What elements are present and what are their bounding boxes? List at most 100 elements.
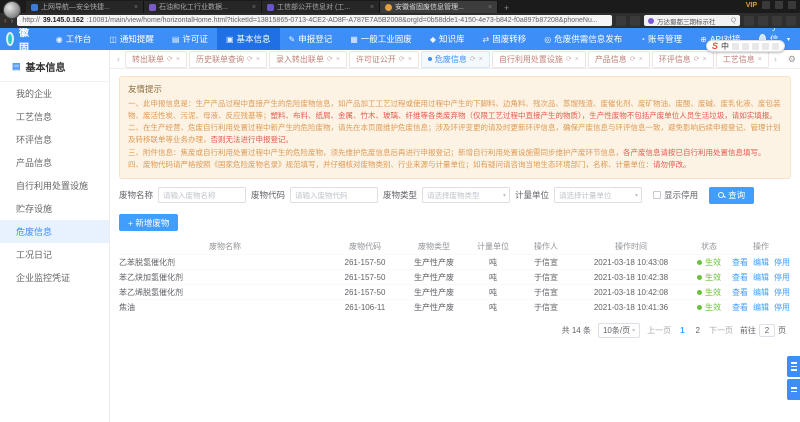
edit-link[interactable]: 编辑 <box>753 257 769 268</box>
waste-type-select[interactable]: ▾ <box>422 187 510 203</box>
disable-link[interactable]: 停用 <box>774 302 790 313</box>
maximize-button[interactable] <box>775 1 783 9</box>
goto-page-input[interactable] <box>759 324 775 337</box>
waste-name-input[interactable] <box>158 187 246 203</box>
sidebar-item-storage[interactable]: 贮存设施 <box>0 197 109 220</box>
page-tab-manifest-history[interactable]: 历史联单查询⟳× <box>189 51 267 68</box>
nav-item-basic-info[interactable]: ▣基本信息 <box>217 28 280 50</box>
waste-type-select-input[interactable] <box>422 187 510 203</box>
page-tab-product-info[interactable]: 产品信息⟳× <box>588 51 650 68</box>
refresh-tab-icon[interactable]: ⟳ <box>399 55 405 63</box>
sidebar-item-process-info[interactable]: 工艺信息 <box>0 105 109 128</box>
vip-badge[interactable]: VIP <box>746 2 757 9</box>
refresh-tab-icon[interactable]: ⟳ <box>167 55 173 63</box>
extensions-icon[interactable] <box>772 16 782 26</box>
page-number-1[interactable]: 1 <box>678 326 686 335</box>
add-waste-button[interactable]: + 新增废物 <box>119 214 178 231</box>
page-tab-eia-info[interactable]: 环评信息⟳× <box>652 51 714 68</box>
nav-item-account[interactable]: ◔账号管理 <box>631 28 691 50</box>
sidebar-item-self-disposal[interactable]: 自行利用处置设施 <box>0 174 109 197</box>
close-tab-icon[interactable]: × <box>408 56 412 63</box>
view-link[interactable]: 查看 <box>732 257 748 268</box>
prev-page-button[interactable]: 上一页 <box>647 325 671 336</box>
minimize-button[interactable] <box>762 1 770 9</box>
nav-item-supply-demand[interactable]: ◎危废供需信息发布 <box>535 28 631 50</box>
toolbar-icon[interactable] <box>752 43 759 50</box>
refresh-tab-icon[interactable]: ⟳ <box>566 55 572 63</box>
disable-link[interactable]: 停用 <box>774 272 790 283</box>
page-tab-hazwaste-info-active[interactable]: 危废信息⟳× <box>421 51 490 68</box>
page-tab-process-info[interactable]: 工艺信息× <box>716 51 769 68</box>
page-size-select[interactable]: 10条/页 ▾ <box>598 323 640 338</box>
address-input[interactable]: http://39.145.0.162:10081/main/view/home… <box>17 15 612 26</box>
disable-link[interactable]: 停用 <box>774 257 790 268</box>
nav-item-waste-transfer[interactable]: ⇄固废转移 <box>473 28 535 50</box>
refresh-tab-icon[interactable]: ⟳ <box>630 55 636 63</box>
close-tab-icon[interactable]: × <box>134 4 138 11</box>
page-number-2[interactable]: 2 <box>694 326 702 335</box>
close-window-button[interactable] <box>788 1 796 9</box>
browser-tab-1[interactable]: 上网导航—安全快捷... × <box>26 1 144 13</box>
close-tab-icon[interactable]: × <box>575 56 579 63</box>
close-tab-icon[interactable]: × <box>176 56 180 63</box>
refresh-tab-icon[interactable]: ⟳ <box>694 55 700 63</box>
favorites-icon[interactable] <box>758 16 768 26</box>
sidebar-item-my-enterprise[interactable]: 我的企业 <box>0 82 109 105</box>
nav-item-workbench[interactable]: ◉工作台 <box>47 28 101 50</box>
refresh-tab-icon[interactable]: ⟳ <box>470 55 476 63</box>
close-tab-icon[interactable]: × <box>488 4 492 11</box>
disable-link[interactable]: 停用 <box>774 287 790 298</box>
close-tab-icon[interactable]: × <box>252 4 256 11</box>
refresh-icon[interactable] <box>630 16 640 26</box>
close-tab-icon[interactable]: × <box>370 4 374 11</box>
feedback-widget-button[interactable] <box>787 356 800 377</box>
close-tab-icon[interactable]: × <box>256 56 260 63</box>
downloads-icon[interactable] <box>744 16 754 26</box>
checkbox-icon[interactable] <box>653 191 661 199</box>
unit-select-input[interactable] <box>554 187 642 203</box>
search-icon[interactable]: Q <box>731 17 736 24</box>
next-page-button[interactable]: 下一页 <box>709 325 733 336</box>
nav-item-declaration[interactable]: ✎申报登记 <box>280 28 342 50</box>
back-button-icon[interactable]: ‹ <box>4 17 7 25</box>
sidebar-item-product-info[interactable]: 产品信息 <box>0 151 109 174</box>
view-link[interactable]: 查看 <box>732 302 748 313</box>
edit-link[interactable]: 编辑 <box>753 302 769 313</box>
toolbar-icon[interactable] <box>772 43 779 50</box>
browser-search-box[interactable]: 万达蜀都三期标示社 Q <box>644 15 740 26</box>
toolbar-icon[interactable] <box>762 43 769 50</box>
browser-logo-icon[interactable] <box>3 1 21 19</box>
tabs-scroll-right-icon[interactable]: › <box>771 54 780 64</box>
close-tab-icon[interactable]: × <box>758 56 762 63</box>
nav-item-knowledge-base[interactable]: ◆知识库 <box>421 28 474 50</box>
sidebar-item-work-log[interactable]: 工况日记 <box>0 243 109 266</box>
show-disabled-checkbox[interactable]: 显示停用 <box>653 189 698 201</box>
refresh-tab-icon[interactable]: ⟳ <box>247 55 253 63</box>
refresh-tab-icon[interactable]: ⟳ <box>327 55 333 63</box>
search-button[interactable]: 查询 <box>709 187 754 204</box>
service-widget-button[interactable] <box>787 379 800 400</box>
nav-item-notifications[interactable]: ◫通知提醒 <box>100 28 163 50</box>
sidebar-item-eia-info[interactable]: 环评信息 <box>0 128 109 151</box>
edit-link[interactable]: 编辑 <box>753 272 769 283</box>
page-tab-transfer-manifest[interactable]: 转出联单⟳× <box>125 51 187 68</box>
toolbar-icon[interactable] <box>742 43 749 50</box>
close-tab-icon[interactable]: × <box>639 56 643 63</box>
nav-item-general-waste[interactable]: ▦一般工业固废 <box>341 28 421 50</box>
tabs-settings-gear-icon[interactable]: ⚙ <box>788 54 796 65</box>
input-mode-label[interactable]: 中 <box>721 41 729 52</box>
browser-tab-2[interactable]: 石油和化工行业数据... × <box>144 1 262 13</box>
menu-icon[interactable] <box>786 16 796 26</box>
sogou-input-toolbar[interactable]: S 中 <box>706 40 785 52</box>
page-tab-manifest-entry[interactable]: 录入转出联单⟳× <box>269 51 347 68</box>
edit-link[interactable]: 编辑 <box>753 287 769 298</box>
sidebar-item-monitor-cert[interactable]: 企业监控凭证 <box>0 266 109 289</box>
unit-select[interactable]: ▾ <box>554 187 642 203</box>
new-tab-button[interactable]: + <box>498 3 515 13</box>
page-tab-self-disposal[interactable]: 自行利用处置设施⟳× <box>492 51 586 68</box>
sidebar-item-hazwaste-info[interactable]: 危废信息 <box>0 220 109 243</box>
browser-tab-3[interactable]: 工信部公开信息对 (工... × <box>262 1 380 13</box>
page-tab-license-public[interactable]: 许可证公开⟳× <box>349 51 419 68</box>
browser-tab-4-active[interactable]: 安徽省固废信息管理... × <box>380 1 498 13</box>
bookmark-icon[interactable] <box>616 16 626 26</box>
